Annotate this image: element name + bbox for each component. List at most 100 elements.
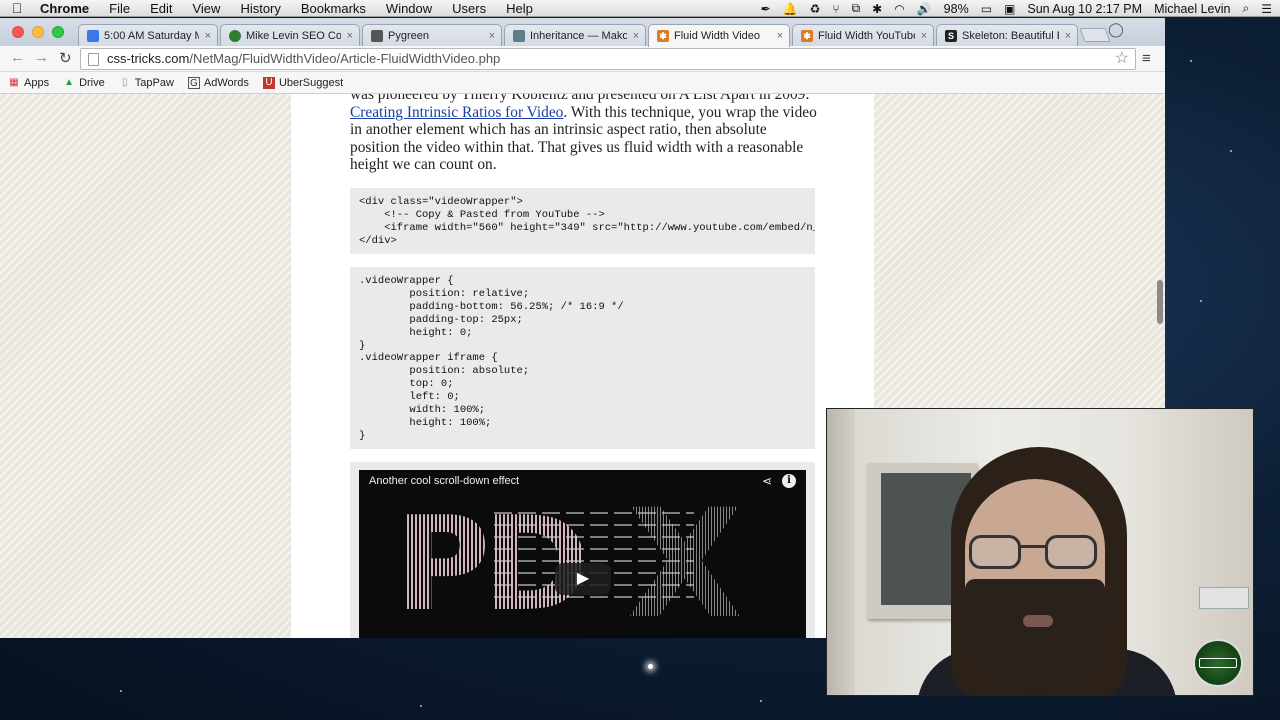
bluetooth-icon[interactable]: ✱ bbox=[872, 2, 882, 16]
tab-close-icon[interactable]: × bbox=[489, 30, 495, 42]
page-icon: ▯ bbox=[121, 76, 128, 88]
tab-close-icon[interactable]: × bbox=[205, 30, 211, 42]
tab-close-icon[interactable]: × bbox=[347, 30, 353, 42]
globe-icon bbox=[229, 29, 241, 42]
share-icon[interactable]: ⋖ bbox=[762, 474, 772, 488]
battery-icon[interactable]: ▭ bbox=[981, 2, 992, 16]
wall-device bbox=[1199, 587, 1249, 609]
ubersuggest-icon: U bbox=[262, 76, 275, 89]
back-arrow-icon[interactable]: ← bbox=[10, 49, 25, 66]
info-icon[interactable]: i bbox=[782, 474, 796, 488]
play-button[interactable]: ▶ bbox=[555, 563, 611, 595]
tab-title: Fluid Width Video bbox=[674, 30, 761, 42]
bookmark-tappaw[interactable]: ▯ TapPaw bbox=[119, 77, 174, 89]
intrinsic-ratios-link[interactable]: Creating Intrinsic Ratios for Video bbox=[350, 104, 563, 121]
menu-file[interactable]: File bbox=[99, 0, 140, 17]
bookmark-drive[interactable]: ▲ Drive bbox=[63, 77, 105, 89]
tab-pygreen[interactable]: Pygreen × bbox=[362, 24, 502, 46]
apps-grid-icon: ▦ bbox=[9, 76, 19, 88]
css-code-block: .videoWrapper { position: relative; padd… bbox=[350, 267, 815, 449]
video-container: PD X Another cool scroll-down effect ⋖ i… bbox=[350, 462, 815, 638]
volume-icon[interactable]: 🔊 bbox=[917, 2, 932, 16]
window-minimize-button[interactable] bbox=[32, 26, 44, 38]
scrollbar-thumb[interactable] bbox=[1157, 280, 1163, 324]
tab-close-icon[interactable]: × bbox=[777, 30, 783, 42]
menu-history[interactable]: History bbox=[230, 0, 290, 17]
address-path: /NetMag/FluidWidthVideo/Article-FluidWid… bbox=[189, 51, 501, 66]
menu-bar:  Chrome File Edit View History Bookmark… bbox=[0, 0, 1280, 17]
menu-bookmarks[interactable]: Bookmarks bbox=[291, 0, 376, 17]
wall-pillar bbox=[827, 409, 855, 695]
menu-users[interactable]: Users bbox=[442, 0, 496, 17]
bookmark-star-icon[interactable]: ☆ bbox=[1115, 49, 1129, 69]
csstricks-icon: ✱ bbox=[657, 30, 669, 42]
tab-fluid-width-youtube[interactable]: ✱ Fluid Width YouTube × bbox=[792, 24, 934, 46]
bookmark-label: Drive bbox=[79, 76, 105, 89]
notification-center-icon[interactable]: ☰ bbox=[1261, 2, 1272, 16]
menu-user-name[interactable]: Michael Levin bbox=[1154, 2, 1230, 16]
pen-icon[interactable]: ✒ bbox=[761, 2, 771, 16]
forward-arrow-icon[interactable]: → bbox=[34, 49, 49, 66]
tab-close-icon[interactable]: × bbox=[1065, 30, 1071, 42]
bookmark-label: Apps bbox=[24, 76, 50, 89]
profile-icon[interactable]: ◯ bbox=[1108, 21, 1124, 38]
page-info-icon[interactable] bbox=[88, 53, 99, 66]
tab-title: Skeleton: Beautiful B bbox=[962, 29, 1059, 42]
tab-title: Mike Levin SEO Cons bbox=[246, 29, 341, 42]
tab-fluid-width-video[interactable]: ✱ Fluid Width Video × bbox=[648, 24, 790, 47]
menu-view[interactable]: View bbox=[182, 0, 230, 17]
tab-strip: 5:00 AM Saturday M × Mike Levin SEO Cons… bbox=[0, 18, 1165, 47]
video-title[interactable]: Another cool scroll-down effect bbox=[369, 475, 519, 487]
address-bar[interactable]: css-tricks.com/NetMag/FluidWidthVideo/Ar… bbox=[80, 48, 1136, 70]
bookmark-label: AdWords bbox=[203, 76, 249, 89]
bookmark-ubersuggest[interactable]: U UberSuggest bbox=[262, 76, 344, 89]
bookmarks-bar: ▦ Apps ▲ Drive ▯ TapPaw G AdWords U Uber… bbox=[0, 72, 1165, 94]
drive-icon: ▲ bbox=[64, 76, 75, 88]
presenter-mouth bbox=[1023, 615, 1053, 627]
menu-clock[interactable]: Sun Aug 10 2:17 PM bbox=[1027, 2, 1142, 16]
new-tab-button[interactable] bbox=[1079, 28, 1111, 42]
menu-window[interactable]: Window bbox=[376, 0, 442, 17]
menu-help[interactable]: Help bbox=[496, 0, 543, 17]
tab-title: Pygreen bbox=[388, 29, 429, 42]
document-icon bbox=[371, 29, 383, 42]
tab-inheritance-mako[interactable]: Inheritance — Mako × bbox=[504, 24, 646, 46]
window-maximize-button[interactable] bbox=[52, 26, 64, 38]
menu-edit[interactable]: Edit bbox=[140, 0, 182, 17]
tab-close-icon[interactable]: × bbox=[921, 30, 927, 42]
tab-calendar[interactable]: 5:00 AM Saturday M × bbox=[78, 24, 218, 46]
reload-icon[interactable]: ↻ bbox=[59, 49, 72, 67]
bookmark-apps[interactable]: ▦ Apps bbox=[8, 77, 49, 89]
tab-skeleton[interactable]: S Skeleton: Beautiful B × bbox=[936, 24, 1078, 46]
bookmark-adwords[interactable]: G AdWords bbox=[187, 76, 249, 89]
tab-mike-levin-seo[interactable]: Mike Levin SEO Cons × bbox=[220, 24, 360, 46]
battery-percent[interactable]: 98% bbox=[944, 2, 969, 16]
tab-title: Fluid Width YouTube bbox=[818, 29, 915, 42]
spotlight-search-icon[interactable]: ⌕ bbox=[1243, 1, 1250, 16]
window-close-button[interactable] bbox=[12, 26, 24, 38]
glasses-lens-left bbox=[969, 535, 1021, 569]
apple-menu-icon[interactable]:  bbox=[0, 0, 34, 16]
desktop-star bbox=[648, 664, 653, 669]
fork-icon[interactable]: ⑂ bbox=[832, 2, 839, 16]
glasses-bridge bbox=[1020, 545, 1046, 548]
wifi-icon[interactable]: ◠ bbox=[894, 2, 904, 16]
html-code-block: <div class="videoWrapper"> <!-- Copy & P… bbox=[350, 188, 815, 254]
article-paragraph: was pioneered by Thierry Koblentz and pr… bbox=[350, 94, 820, 174]
display-icon[interactable]: ▣ bbox=[1004, 2, 1015, 16]
bookmark-label: UberSuggest bbox=[278, 76, 344, 89]
paragraph-text: was pioneered by Thierry Koblentz and pr… bbox=[350, 94, 810, 103]
skeleton-icon: S bbox=[945, 29, 957, 42]
adwords-icon: G bbox=[187, 76, 200, 89]
bookmark-label: TapPaw bbox=[134, 76, 174, 89]
youtube-embed[interactable]: PD X Another cool scroll-down effect ⋖ i… bbox=[359, 470, 806, 638]
menu-app-name[interactable]: Chrome bbox=[34, 0, 99, 17]
notification-bell-icon[interactable]: 🔔 bbox=[783, 2, 798, 16]
chrome-menu-icon[interactable]: ≡ bbox=[1142, 50, 1151, 67]
tab-close-icon[interactable]: × bbox=[633, 30, 639, 42]
window-icon[interactable]: ⧉ bbox=[852, 1, 861, 16]
sync-icon[interactable]: ♻ bbox=[810, 2, 821, 16]
mike-levin-logo bbox=[1193, 639, 1243, 687]
webcam-overlay bbox=[826, 408, 1254, 696]
tab-title: Inheritance — Mako bbox=[530, 29, 627, 42]
